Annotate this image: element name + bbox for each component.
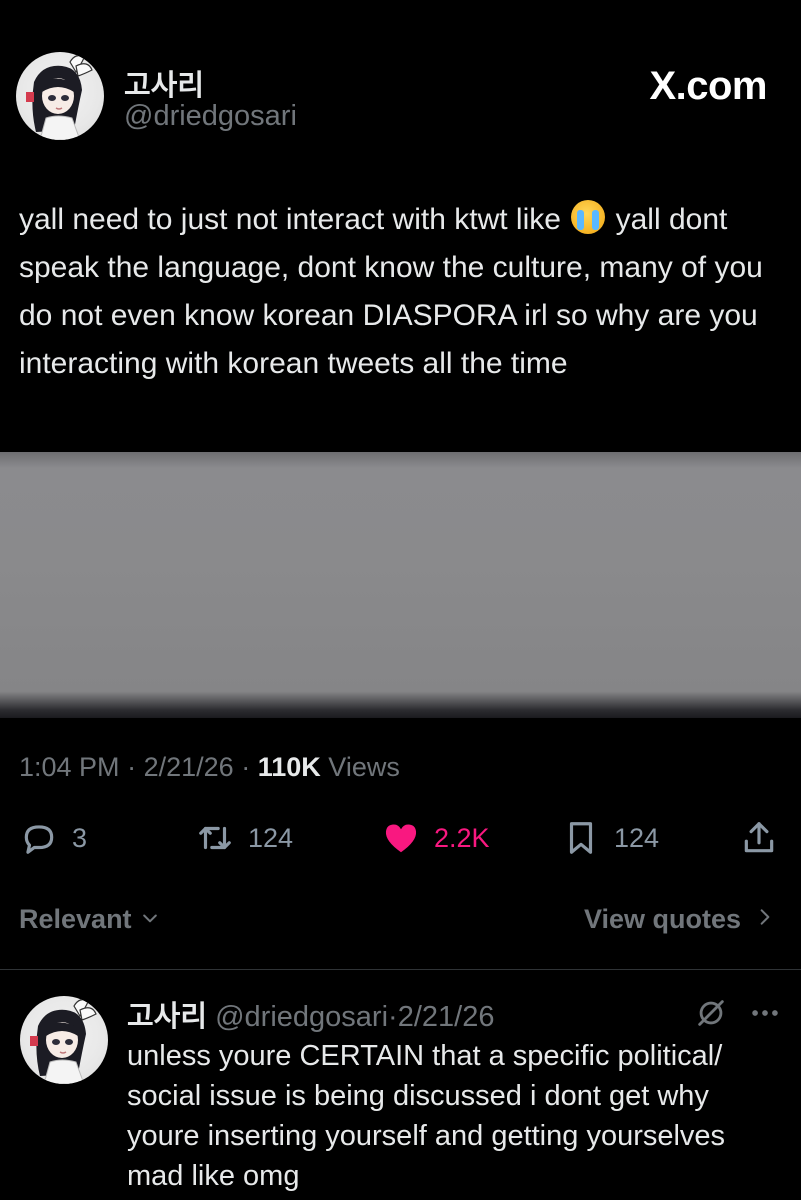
view-quotes-link[interactable]: View quotes	[584, 904, 775, 935]
brand-watermark: X.com	[649, 64, 767, 108]
repost-icon	[196, 819, 234, 857]
reply-text: unless youre CERTAIN that a specific pol…	[127, 1040, 726, 1192]
heart-icon	[382, 819, 420, 857]
bookmark-button[interactable]: 124	[562, 816, 659, 860]
sort-label: Relevant	[19, 904, 132, 934]
share-button[interactable]	[740, 816, 778, 860]
tweet-media-image[interactable]	[0, 452, 801, 718]
views-count: 110K	[257, 752, 321, 782]
author-name[interactable]: 고사리	[124, 62, 204, 104]
view-quotes-label: View quotes	[583, 904, 741, 934]
tweet-text: yall need to just not interact with ktwt…	[19, 196, 789, 388]
chevron-down-icon	[140, 904, 160, 935]
reply-button[interactable]: 3	[20, 816, 87, 860]
like-button[interactable]: 2.2K	[382, 816, 490, 860]
reply-author-handle[interactable]: @driedgosari	[215, 1001, 388, 1033]
reply-icon	[20, 819, 58, 857]
reply-separator: ·	[388, 1001, 398, 1033]
loudly-crying-face-icon	[571, 200, 606, 234]
author-handle[interactable]: @driedgosari	[124, 100, 297, 133]
sort-dropdown[interactable]: Relevant	[19, 904, 160, 935]
reply-header: 고사리 @driedgosari·2/21/26	[127, 993, 494, 1035]
grok-icon[interactable]	[694, 996, 728, 1030]
bookmark-icon	[562, 819, 600, 857]
bookmark-count: 124	[614, 822, 660, 853]
avatar-illustration	[30, 999, 97, 1084]
more-options-icon[interactable]	[748, 996, 782, 1030]
chevron-right-icon	[755, 904, 775, 935]
avatar-illustration	[26, 55, 93, 140]
meta-separator: ·	[241, 752, 251, 782]
author-avatar[interactable]	[16, 52, 104, 140]
reply-avatar[interactable]	[20, 996, 108, 1084]
divider	[0, 969, 801, 970]
like-count: 2.2K	[434, 822, 490, 853]
tweet-text-part-1: yall need to just not interact with ktwt…	[19, 203, 561, 236]
tweet-time: 1:04 PM	[19, 752, 120, 782]
tweet-date: 2/21/26	[143, 752, 234, 782]
repost-count: 124	[248, 822, 294, 853]
repost-button[interactable]: 124	[196, 816, 293, 860]
tweet-meta: 1:04 PM · 2/21/26 · 110K Views	[19, 752, 400, 783]
reply-count: 3	[72, 822, 88, 853]
meta-separator: ·	[127, 752, 137, 782]
reply-date[interactable]: 2/21/26	[398, 1001, 495, 1033]
share-icon	[740, 819, 778, 857]
reply-author-name[interactable]: 고사리	[127, 1001, 207, 1033]
views-label: Views	[328, 752, 400, 782]
